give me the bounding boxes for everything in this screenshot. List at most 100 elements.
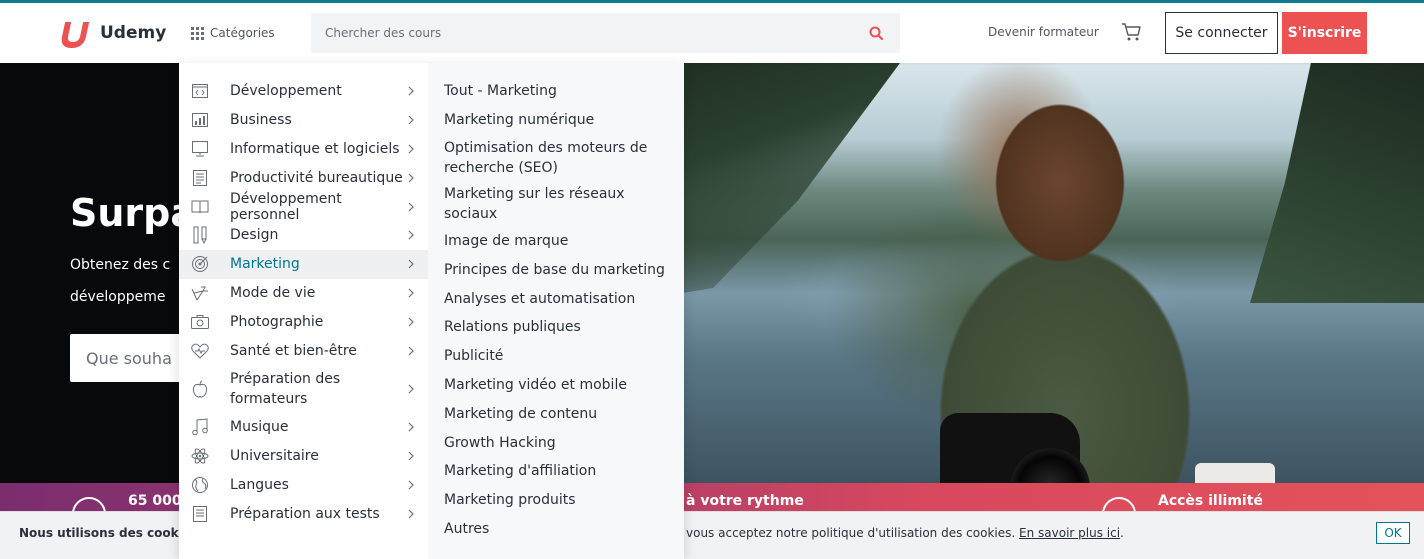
clock-icon (1102, 497, 1136, 511)
header: Udemy Catégories Devenir formateur Se co… (0, 3, 1424, 63)
cookie-policy-text: vous acceptez notre politique d'utilisat… (686, 526, 1016, 540)
subcategory-item[interactable]: Autres (428, 515, 684, 544)
category-label: Santé et bien-être (230, 342, 357, 359)
lifestyle-icon (191, 284, 209, 302)
chevron-right-icon (408, 230, 414, 240)
target-icon (191, 255, 209, 273)
band-right-text: Accès illimité (1158, 493, 1263, 509)
subcategory-item[interactable]: Marketing numérique (428, 106, 684, 135)
category-label: Informatique et logiciels (230, 140, 400, 157)
chevron-right-icon (408, 115, 414, 125)
category-item-sante[interactable]: Santé et bien-être (179, 336, 428, 365)
subcategory-item[interactable]: Analyses et automatisation (428, 284, 684, 313)
infinity-icon (72, 497, 106, 511)
category-label: Mode de vie (230, 284, 316, 301)
category-item-developpement[interactable]: Développement (179, 77, 428, 106)
subcategory-item[interactable]: Image de marque (428, 227, 684, 256)
category-label: Productivité bureautique (230, 169, 403, 186)
category-item-photographie[interactable]: Photographie (179, 307, 428, 336)
category-label: Musique (230, 419, 289, 436)
grid-icon (191, 26, 204, 40)
logo-text: Udemy (100, 23, 167, 43)
subcategory-item[interactable]: Marketing vidéo et mobile (428, 371, 684, 400)
subcategory-item[interactable]: Publicité (428, 342, 684, 371)
hero-title: Surpa (70, 191, 197, 235)
cookie-learn-more-link[interactable]: En savoir plus ici (1019, 526, 1120, 540)
category-label: Langues (230, 476, 289, 493)
subcategory-item[interactable]: Relations publiques (428, 313, 684, 342)
chevron-right-icon (408, 317, 414, 327)
category-item-design[interactable]: Design (179, 221, 428, 250)
search-bar (311, 13, 900, 53)
search-input[interactable] (325, 26, 866, 40)
subcategory-item[interactable]: Marketing de contenu (428, 399, 684, 428)
subcategory-item[interactable]: Marketing produits (428, 486, 684, 515)
category-label: Marketing (230, 256, 300, 273)
category-item-marketing[interactable]: Marketing (179, 249, 428, 279)
hero-cup (1195, 463, 1275, 483)
subcategory-item[interactable]: Growth Hacking (428, 428, 684, 457)
subcategory-list: Tout - Marketing Marketing numérique Opt… (428, 63, 684, 559)
subcategory-item[interactable]: Marketing d'affiliation (428, 457, 684, 486)
chevron-right-icon (408, 509, 414, 519)
category-label: Développement (230, 83, 342, 100)
chevron-right-icon (408, 144, 414, 154)
chevron-right-icon (408, 259, 414, 269)
book-icon (191, 198, 209, 216)
category-label: Photographie (230, 313, 324, 330)
category-label: Design (230, 227, 279, 244)
cookie-text-right: vous acceptez notre politique d'utilisat… (686, 526, 1124, 540)
chevron-right-icon (408, 384, 414, 394)
music-icon (191, 418, 209, 436)
test-icon (191, 505, 209, 523)
monitor-icon (191, 140, 209, 158)
camera-icon (191, 313, 209, 331)
category-item-mode-de-vie[interactable]: Mode de vie (179, 279, 428, 308)
band-mid-text: à votre rythme (686, 493, 804, 509)
category-item-preparation-formateurs[interactable]: Préparation des formateurs (179, 365, 428, 413)
chevron-right-icon (408, 173, 414, 183)
category-item-informatique[interactable]: Informatique et logiciels (179, 135, 428, 164)
category-item-business[interactable]: Business (179, 106, 428, 135)
category-item-universitaire[interactable]: Universitaire (179, 442, 428, 471)
cookie-text-left: Nous utilisons des cooki (19, 526, 183, 540)
atom-icon (191, 447, 209, 465)
cookie-link-suffix: . (1120, 526, 1124, 540)
subcategory-item[interactable]: Principes de base du marketing (428, 255, 684, 284)
chevron-right-icon (408, 346, 414, 355)
chevron-right-icon (408, 422, 414, 432)
pencil-icon (191, 226, 209, 245)
chevron-right-icon (408, 202, 414, 212)
udemy-logo-icon (61, 22, 90, 48)
chevron-right-icon (408, 288, 414, 298)
signup-button[interactable]: S'inscrire (1282, 12, 1367, 54)
chart-icon (191, 111, 209, 129)
login-button[interactable]: Se connecter (1165, 12, 1278, 54)
category-item-preparation-tests[interactable]: Préparation aux tests (179, 499, 428, 528)
cookie-ok-button[interactable]: OK (1376, 522, 1410, 544)
teach-link[interactable]: Devenir formateur (988, 25, 1099, 39)
udemy-logo[interactable]: Udemy (58, 15, 166, 51)
category-label: Préparation aux tests (230, 505, 380, 522)
code-icon (191, 82, 209, 100)
heart-icon (191, 342, 209, 360)
category-item-langues[interactable]: Langues (179, 471, 428, 500)
category-label: Business (230, 112, 292, 129)
band-left-text: 65 000 (128, 493, 182, 509)
category-label: Préparation des formateurs (230, 370, 341, 407)
category-item-developpement-personnel[interactable]: Développement personnel (179, 191, 428, 223)
category-label: Universitaire (230, 448, 319, 465)
subcategory-item[interactable]: Marketing sur les réseaux sociaux (428, 181, 684, 227)
chevron-right-icon (408, 480, 414, 490)
subcategory-item[interactable]: Tout - Marketing (428, 77, 684, 106)
subcategory-item[interactable]: Optimisation des moteurs de recherche (S… (428, 135, 684, 181)
category-item-musique[interactable]: Musique (179, 413, 428, 442)
categories-label: Catégories (210, 26, 275, 40)
category-item-productivite[interactable]: Productivité bureautique (179, 163, 428, 192)
categories-button[interactable]: Catégories (191, 21, 275, 45)
apple-icon (191, 380, 209, 398)
chevron-right-icon (408, 451, 414, 461)
cart-icon[interactable] (1120, 21, 1142, 43)
chevron-right-icon (408, 86, 414, 96)
search-icon[interactable] (866, 23, 886, 43)
